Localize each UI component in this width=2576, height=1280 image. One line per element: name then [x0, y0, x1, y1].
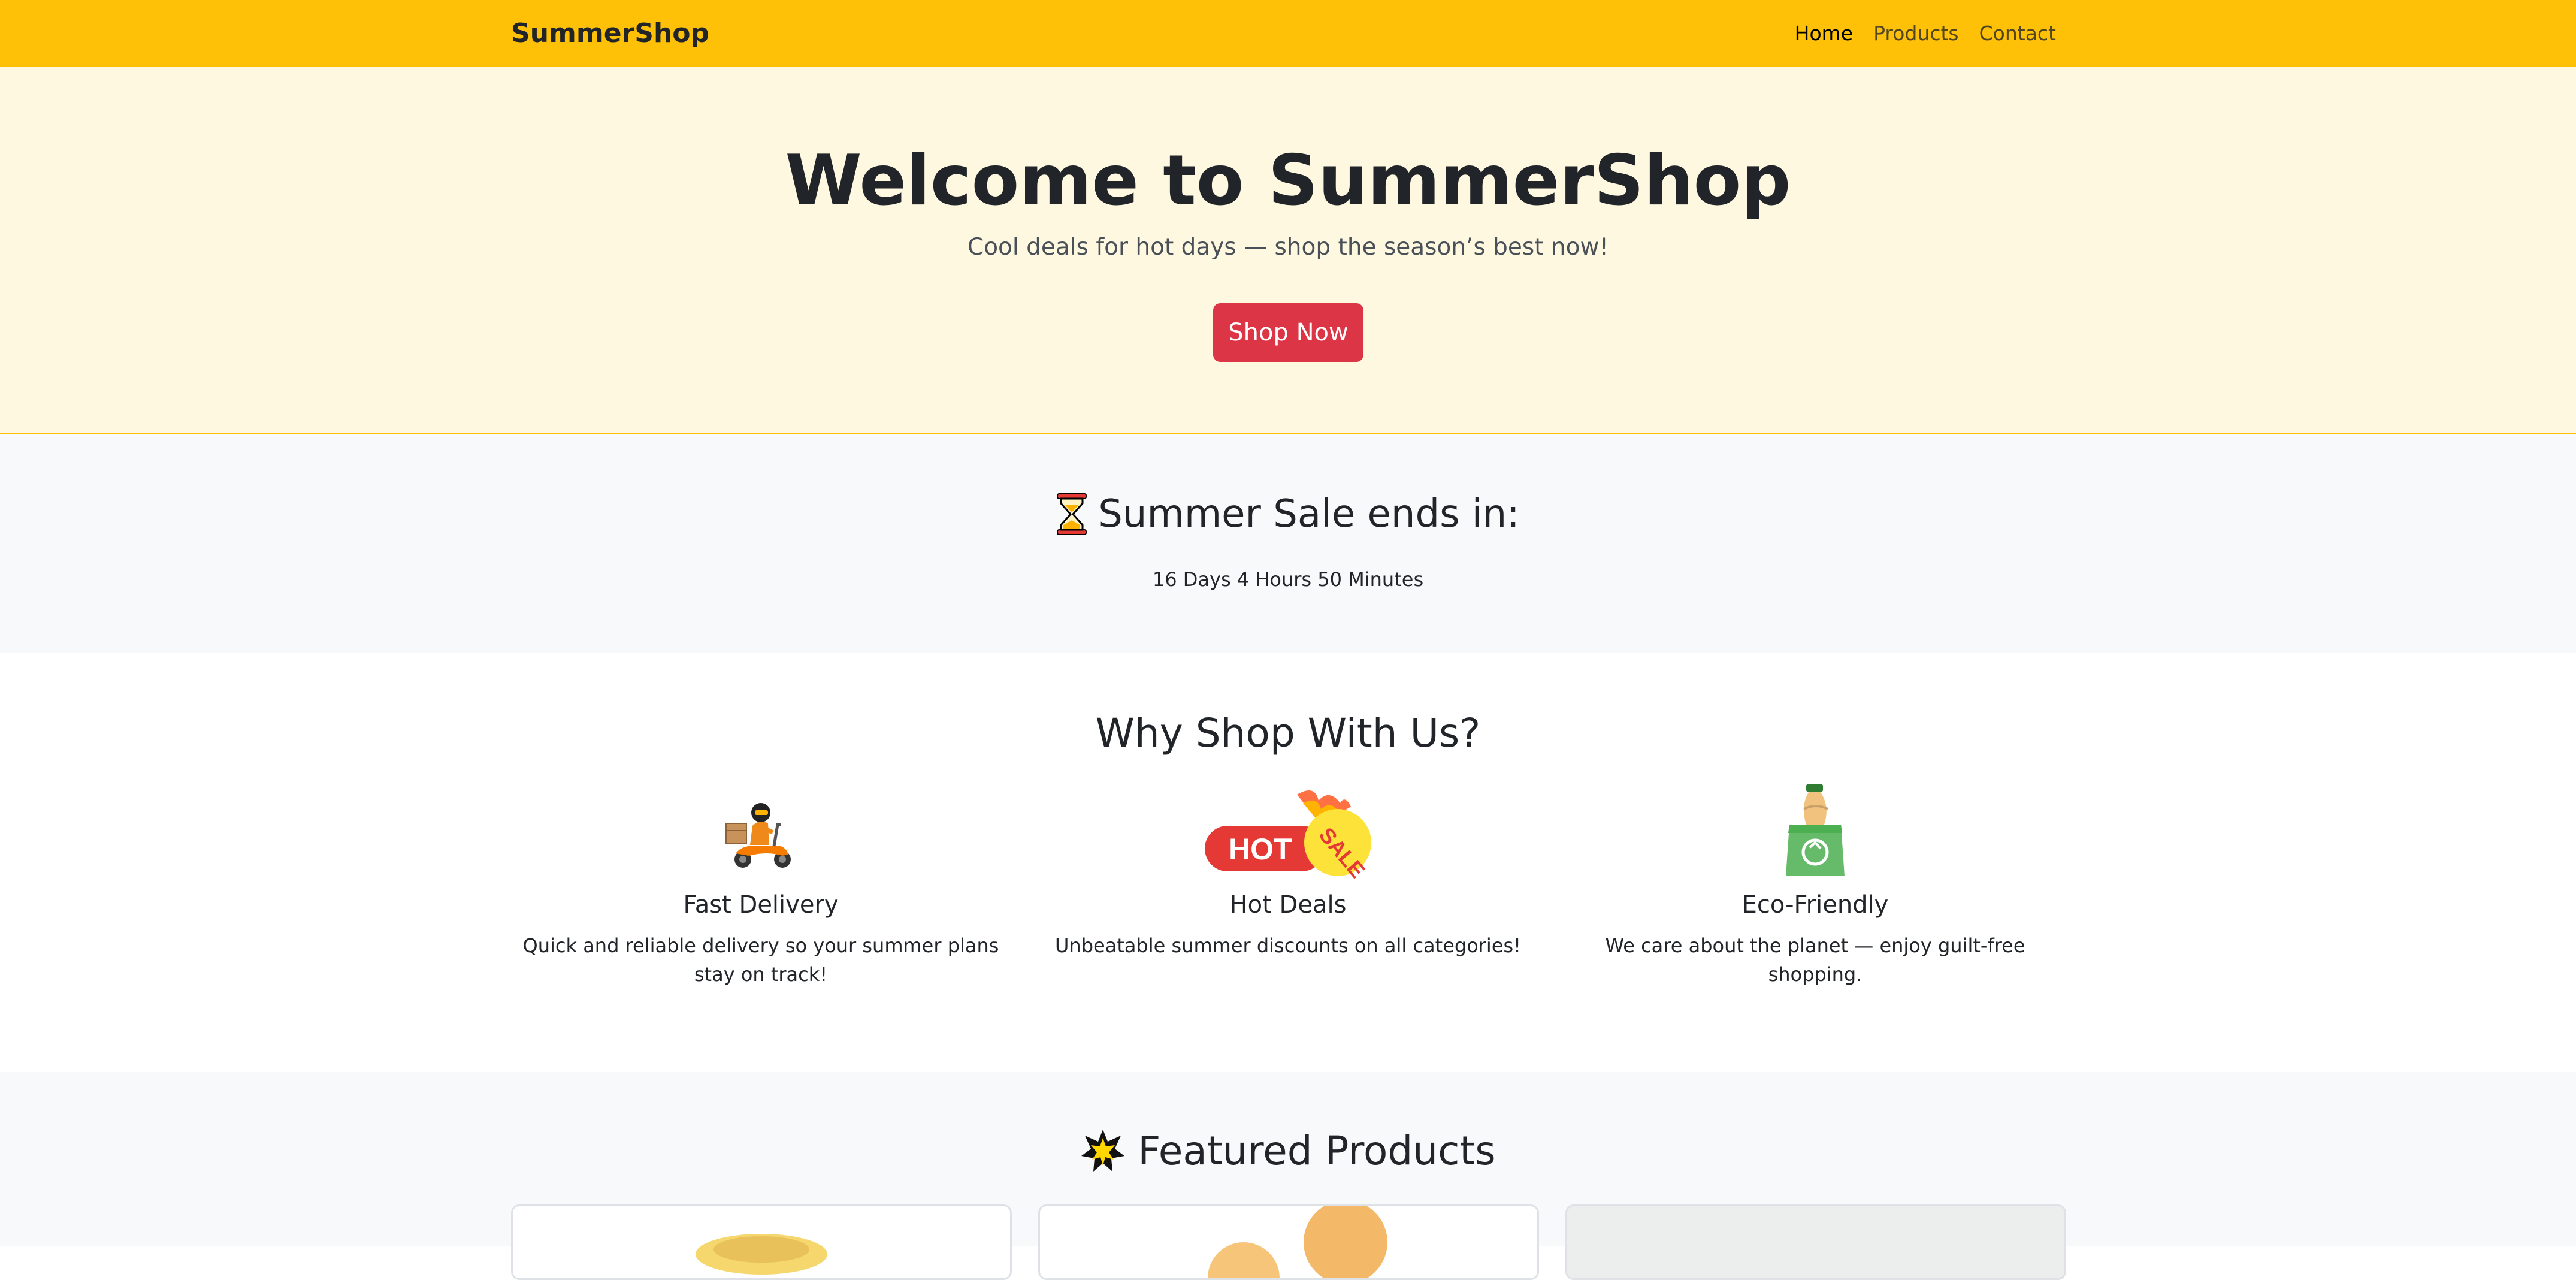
nav-contact-link[interactable]: Contact: [1979, 20, 2056, 47]
feature-hot-deals: HOT SALE Hot Deals Unbeatable summer dis…: [1036, 783, 1540, 960]
nav-home-link[interactable]: Home: [1795, 20, 1853, 47]
feature-text: Unbeatable summer discounts on all categ…: [1055, 934, 1521, 957]
feature-title: Fast Delivery: [683, 891, 839, 919]
shop-now-button[interactable]: Shop Now: [1213, 303, 1363, 362]
product-image: [696, 1234, 827, 1275]
product-card-1[interactable]: [511, 1204, 1012, 1280]
why-title: Why Shop With Us?: [1095, 710, 1481, 756]
sale-heading: Summer Sale ends in:: [0, 490, 2576, 538]
nav-links: Home Products Contact: [1795, 20, 2056, 47]
product-card-2[interactable]: [1038, 1204, 1539, 1280]
delivery-scooter-icon: [725, 803, 791, 868]
brand-logo[interactable]: SummerShop: [511, 18, 709, 49]
hero-title: Welcome to SummerShop: [785, 140, 1791, 221]
product-image: [1208, 1206, 1387, 1278]
feature-fast-delivery: Fast Delivery Quick and reliable deliver…: [509, 783, 1012, 989]
star-burst-icon: [1081, 1130, 1125, 1172]
feature-title: Eco-Friendly: [1741, 891, 1889, 919]
feature-title: Hot Deals: [1229, 891, 1347, 919]
countdown-timer: 16 Days 4 Hours 50 Minutes: [1152, 568, 1424, 591]
hero-subtitle: Cool deals for hot days — shop the seaso…: [967, 234, 1609, 261]
hot-sale-icon: HOT SALE: [1205, 790, 1371, 879]
product-image: [1567, 1206, 2064, 1278]
featured-heading: Featured Products: [0, 1127, 2576, 1175]
hourglass-icon: [1057, 493, 1087, 535]
feature-eco-friendly: Eco-Friendly We care about the planet — …: [1564, 783, 2067, 989]
feature-text: We care about the planet — enjoy guilt-f…: [1605, 934, 2025, 986]
nav-products-link[interactable]: Products: [1873, 20, 1959, 47]
product-card-3[interactable]: [1565, 1204, 2066, 1280]
why-shop-section: Why Shop With Us? Fast Delivery Quick an…: [0, 653, 2576, 1072]
hero-section: Welcome to SummerShop Cool deals for hot…: [0, 67, 2576, 434]
sale-countdown-section: Summer Sale ends in: 16 Days 4 Hours 50 …: [0, 434, 2576, 653]
featured-products-section: Featured Products: [0, 1072, 2576, 1280]
hot-badge-text: HOT: [1229, 832, 1292, 866]
eco-bag-icon: [1786, 784, 1845, 876]
navbar: SummerShop Home Products Contact: [0, 0, 2576, 67]
feature-text: Quick and reliable delivery so your summ…: [522, 934, 999, 986]
sale-title: Summer Sale ends in:: [1098, 492, 1520, 536]
featured-title: Featured Products: [1138, 1128, 1496, 1174]
